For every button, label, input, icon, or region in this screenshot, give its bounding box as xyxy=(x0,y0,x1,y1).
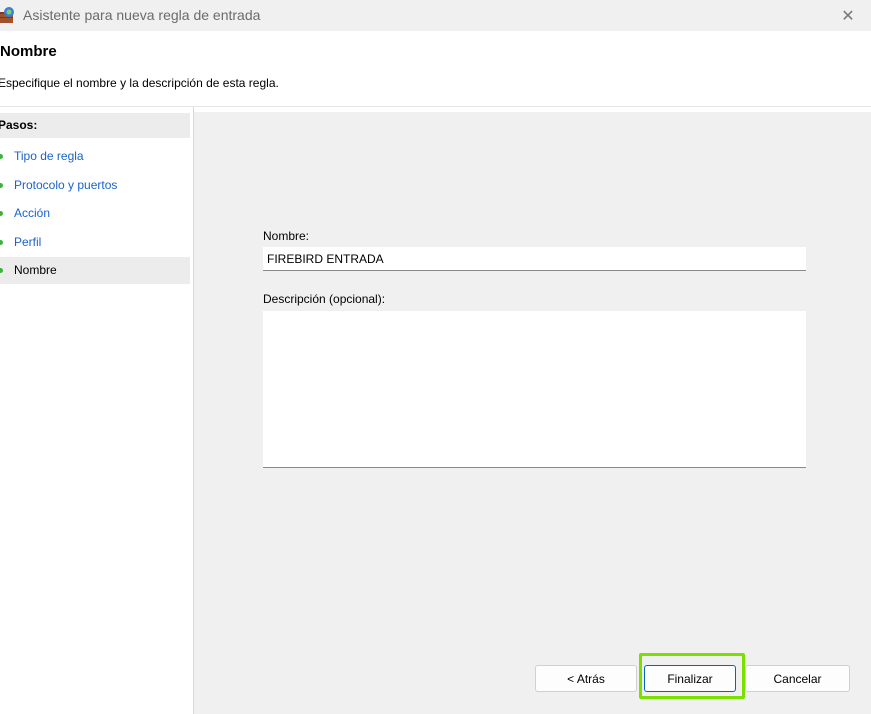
name-input[interactable] xyxy=(263,247,806,271)
step-label: Perfil xyxy=(14,235,42,249)
step-bullet-icon xyxy=(0,211,3,216)
step-accion[interactable]: Acción xyxy=(0,200,190,227)
main-panel: Nombre: Descripción (opcional): < Atrás … xyxy=(194,112,871,714)
cancel-button[interactable]: Cancelar xyxy=(745,665,850,692)
step-nombre: Nombre xyxy=(0,257,190,284)
step-label: Acción xyxy=(14,206,51,220)
step-perfil[interactable]: Perfil xyxy=(0,229,190,256)
step-label: Tipo de regla xyxy=(14,149,84,163)
step-label: Nombre xyxy=(14,263,57,277)
description-label: Descripción (opcional): xyxy=(263,292,386,306)
title-bar: Asistente para nueva regla de entrada ✕ xyxy=(0,0,871,31)
steps-heading: Pasos: xyxy=(0,113,190,138)
step-bullet-icon xyxy=(0,268,3,273)
description-textarea[interactable] xyxy=(263,311,806,468)
page-title: Nombre xyxy=(0,43,57,60)
steps-sidebar: Pasos: Tipo de regla Protocolo y puertos… xyxy=(0,107,194,714)
firewall-wizard-icon xyxy=(0,7,14,23)
step-bullet-icon xyxy=(0,154,3,159)
step-protocolo-y-puertos[interactable]: Protocolo y puertos xyxy=(0,172,190,199)
close-button[interactable]: ✕ xyxy=(825,0,871,31)
step-bullet-icon xyxy=(0,183,3,188)
wizard-header: Nombre Especifique el nombre y la descri… xyxy=(0,31,871,107)
name-label: Nombre: xyxy=(263,229,310,243)
step-tipo-de-regla[interactable]: Tipo de regla xyxy=(0,143,190,170)
step-bullet-icon xyxy=(0,240,3,245)
step-label: Protocolo y puertos xyxy=(14,178,118,192)
page-subtitle: Especifique el nombre y la descripción d… xyxy=(0,76,279,90)
back-button[interactable]: < Atrás xyxy=(535,665,637,692)
close-icon: ✕ xyxy=(841,7,855,25)
finish-button[interactable]: Finalizar xyxy=(644,665,736,692)
window-title: Asistente para nueva regla de entrada xyxy=(23,7,261,23)
